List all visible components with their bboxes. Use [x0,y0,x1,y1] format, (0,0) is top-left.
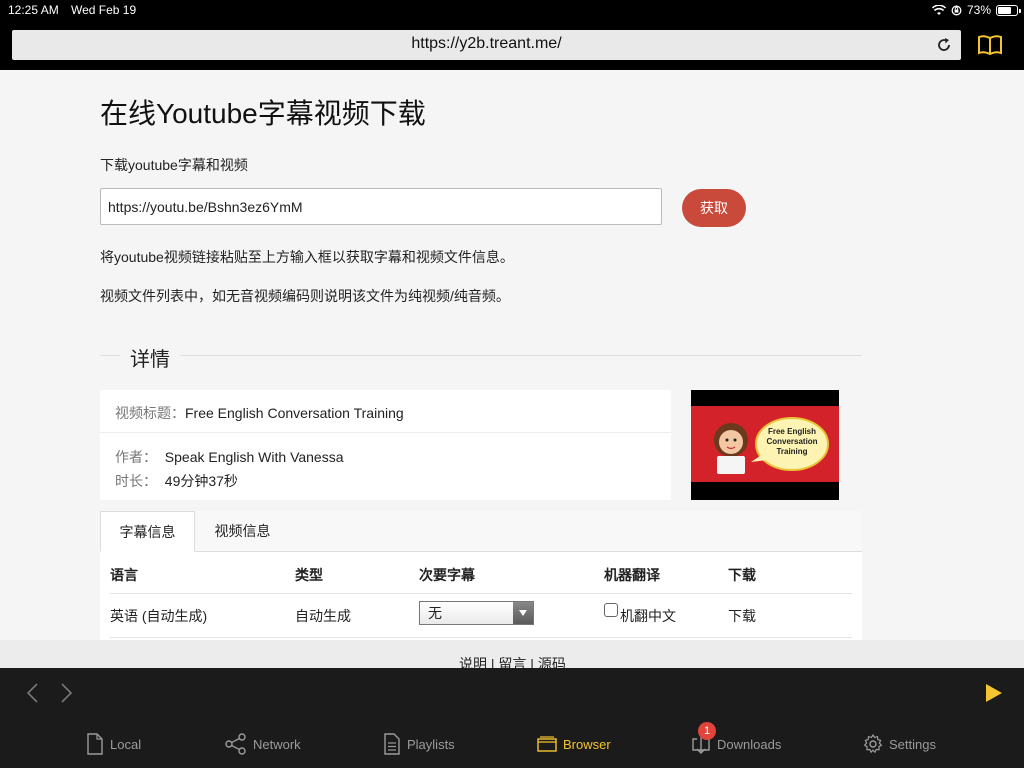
tab-playlists-label: Playlists [407,736,455,752]
tab-local-label: Local [110,736,142,752]
video-title-value: Free English Conversation Training [185,405,404,421]
tab-video-info[interactable]: 视频信息 [195,511,290,552]
browser-window-icon [537,736,557,752]
author-row: 作者： Speak English With Vanessa [115,447,344,467]
reload-icon[interactable] [935,36,953,54]
gear-icon [863,734,883,754]
tab-network-label: Network [253,736,301,752]
video-title-label: 视频标题： [115,405,185,421]
app-bar: Local Network Playlists Browser Download… [0,668,1024,768]
section-divider-left [100,355,120,356]
chevron-down-icon[interactable] [513,602,533,624]
detail-tabs: 字幕信息 视频信息 [100,511,862,552]
wifi-icon [931,4,946,15]
orientation-lock-icon [951,5,962,15]
share-network-icon [225,733,246,755]
row-divider [110,637,852,638]
video-info-card: 视频标题：Free English Conversation Training … [100,390,671,500]
col-type: 类型 [295,567,323,583]
cell-language: 英语 (自动生成) [110,608,208,624]
tab-browser-label: Browser [563,736,611,752]
col-translate: 机器翻译 [604,567,660,583]
cell-type: 自动生成 [295,608,351,624]
thumbnail-caption: Free English Conversation Training [766,427,818,456]
secondary-subtitle-select[interactable]: 无 [419,601,534,625]
page-subtitle: 下载youtube字幕和视频 [100,157,248,173]
page-footer: 说明 | 留言 | 源码 [0,640,1024,672]
tab-settings-label: Settings [889,736,936,752]
duration-value: 49分钟37秒 [164,473,238,489]
select-value: 无 [428,605,442,621]
tab-playlists[interactable]: Playlists [383,732,455,756]
browser-toolbar: https://y2b.treant.me/ [0,20,1024,70]
battery-percent: 73% [966,3,991,17]
address-url[interactable]: https://y2b.treant.me/ [12,35,961,53]
video-thumbnail[interactable]: Free English Conversation Training [691,390,839,500]
download-link[interactable]: 下载 [728,606,756,626]
play-icon[interactable] [986,684,1002,702]
machine-translate-checkbox[interactable] [604,603,618,617]
video-url-input[interactable] [100,188,662,225]
subtitle-table: 语言 类型 次要字幕 机器翻译 下载 英语 (自动生成) 自动生成 无 机翻中文… [100,552,862,640]
tab-browser[interactable]: Browser [537,732,611,756]
tab-downloads-label: Downloads [717,736,782,752]
tab-settings[interactable]: Settings [863,732,936,756]
book-icon[interactable] [977,33,1003,57]
downloads-badge: 1 [698,722,716,740]
document-list-icon [384,733,400,755]
back-icon[interactable] [24,682,42,704]
col-secondary: 次要字幕 [419,567,475,583]
battery-icon [996,4,1021,16]
col-language: 语言 [110,567,138,583]
video-title-row: 视频标题：Free English Conversation Training [115,403,404,423]
col-download: 下载 [728,567,756,583]
note-text: 视频文件列表中，如无音视频编码则说明该文件为纯视频/纯音频。 [100,288,510,304]
info-divider [100,432,671,433]
fetch-button[interactable]: 获取 [682,189,746,227]
tab-local[interactable]: Local [86,732,141,756]
author-label: 作者： [115,449,157,465]
status-time: 12:25 AM [8,3,59,17]
address-bar[interactable]: https://y2b.treant.me/ [12,30,961,60]
machine-translate-label[interactable]: 机翻中文 [620,606,676,626]
status-date: Wed Feb 19 [71,3,137,17]
page-title: 在线Youtube字幕视频下载 [100,98,426,129]
instruction-text: 将youtube视频链接粘贴至上方输入框以获取字幕和视频文件信息。 [100,249,514,265]
status-right: 73% [931,3,1021,17]
author-value: Speak English With Vanessa [164,449,344,465]
duration-row: 时长： 49分钟37秒 [115,471,238,491]
section-title: 详情 [130,349,170,371]
tab-subtitle-info[interactable]: 字幕信息 [100,511,195,552]
web-page: 在线Youtube字幕视频下载 下载youtube字幕和视频 获取 将youtu… [0,70,1024,640]
status-bar: 12:25 AM Wed Feb 19 73% [0,0,1024,20]
tab-network[interactable]: Network [225,732,301,756]
section-divider-right [180,355,862,356]
forward-icon[interactable] [57,682,75,704]
header-divider [110,593,852,594]
file-icon [87,733,103,755]
duration-label: 时长： [115,473,157,489]
